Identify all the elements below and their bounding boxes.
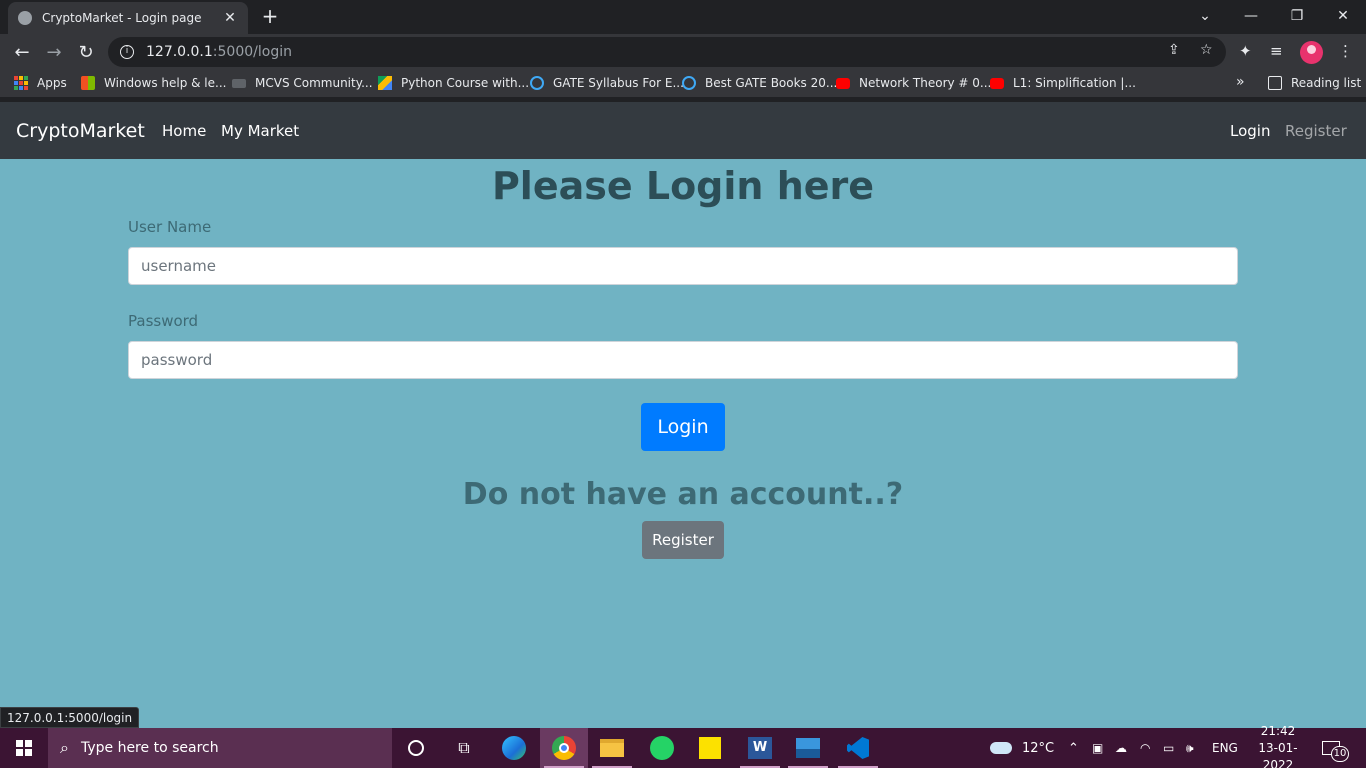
task-view-icon: ⧉ [458, 738, 470, 757]
cloud-icon [990, 742, 1012, 754]
onedrive-icon[interactable]: ☁ [1115, 728, 1127, 768]
whatsapp-icon [650, 736, 674, 760]
task-view-button[interactable]: ⧉ [440, 728, 488, 768]
minimize-button[interactable]: — [1228, 0, 1274, 32]
password-label: Password [128, 312, 199, 330]
cortana-button[interactable] [392, 728, 440, 768]
folder-icon [600, 739, 624, 757]
status-url-bubble: 127.0.0.1:5000/login [0, 707, 140, 728]
bookmark-apps[interactable]: Apps [14, 76, 67, 90]
whatsapp-button[interactable] [638, 728, 686, 768]
restore-button[interactable]: ❐ [1274, 0, 1320, 32]
navbar-brand[interactable]: CryptoMarket [16, 120, 145, 142]
bookmark-windows-help[interactable]: Windows help & le... [81, 76, 226, 90]
tab-close-icon[interactable]: ✕ [222, 10, 238, 26]
youtube-icon [836, 77, 850, 89]
nav-login-link[interactable]: Login [1230, 122, 1270, 140]
notifications-button[interactable]: 10 [1322, 728, 1349, 768]
edge-taskbar-button[interactable] [490, 728, 538, 768]
wifi-icon[interactable]: ◠ [1140, 728, 1150, 768]
chrome-taskbar-button[interactable] [540, 728, 588, 768]
back-icon[interactable]: ← [8, 38, 36, 66]
bookmark-star-icon[interactable]: ☆ [1200, 42, 1213, 58]
media-control-icon[interactable]: ≡ [1270, 42, 1283, 60]
bookmark-python-course[interactable]: Python Course with... [378, 76, 529, 90]
globe-icon [18, 11, 32, 25]
taskbar-search[interactable]: ⌕ Type here to search [48, 728, 392, 768]
register-button[interactable]: Register [642, 521, 724, 559]
profile-avatar[interactable] [1300, 41, 1323, 64]
address-bar[interactable]: i 127.0.0.1:5000/login [108, 37, 1226, 67]
clock[interactable]: 21:42 13-01-2022 [1249, 724, 1307, 768]
extensions-icon[interactable]: ✦ [1239, 42, 1252, 60]
chrome-icon [552, 736, 576, 760]
nav-home-link[interactable]: Home [162, 122, 206, 140]
start-button[interactable] [0, 728, 48, 768]
bookmark-gate-syllabus[interactable]: GATE Syllabus For E... [530, 76, 684, 90]
sticky-notes-icon [699, 737, 721, 759]
windows-icon [81, 76, 95, 90]
close-window-button[interactable]: ✕ [1320, 0, 1366, 32]
bookmarks-bar: Apps Windows help & le... MCVS Community… [0, 70, 1366, 98]
bookmark-gate-books[interactable]: Best GATE Books 20... [682, 76, 837, 90]
word-icon: W [748, 737, 772, 759]
username-input[interactable] [128, 247, 1238, 285]
weather-widget[interactable]: 12°C [990, 728, 1054, 768]
share-icon[interactable]: ⇪ [1168, 42, 1180, 58]
browser-toolbar: ← → ↻ i 127.0.0.1:5000/login ⇪ ☆ ✦ ≡ ⋮ [0, 34, 1366, 70]
sticky-notes-button[interactable] [686, 728, 734, 768]
nav-my-market-link[interactable]: My Market [221, 122, 299, 140]
folder-icon [232, 78, 246, 88]
new-tab-button[interactable]: + [258, 6, 282, 28]
photos-button[interactable] [784, 728, 832, 768]
site-navbar: CryptoMarket Home My Market Login Regist… [0, 102, 1366, 159]
reading-list-button[interactable]: Reading list [1268, 76, 1361, 90]
site-info-icon[interactable]: i [120, 45, 134, 59]
tab-strip: CryptoMarket - Login page ✕ + ⌄ — ❐ ✕ [0, 0, 1366, 34]
bookmark-network-theory[interactable]: Network Theory # 0... [836, 76, 991, 90]
page-title: Please Login here [491, 164, 875, 208]
file-explorer-button[interactable] [588, 728, 636, 768]
password-input[interactable] [128, 341, 1238, 379]
edge-icon [682, 76, 696, 90]
language-indicator[interactable]: ENG [1212, 728, 1238, 768]
cortana-icon [408, 740, 424, 756]
battery-icon[interactable]: ▭ [1163, 728, 1174, 768]
edge-icon [502, 736, 526, 760]
username-label: User Name [128, 218, 212, 236]
bookmark-mcvs[interactable]: MCVS Community... [232, 76, 373, 90]
youtube-icon [990, 77, 1004, 89]
reload-icon[interactable]: ↻ [72, 38, 100, 66]
windows-logo-icon [16, 740, 32, 756]
tab-title: CryptoMarket - Login page [42, 11, 202, 25]
search-icon: ⌕ [60, 738, 69, 757]
notification-count-badge: 10 [1331, 746, 1349, 762]
nav-register-link[interactable]: Register [1285, 122, 1347, 140]
apps-grid-icon [14, 76, 28, 90]
bookmarks-overflow-button[interactable]: » [1236, 74, 1245, 90]
forward-icon[interactable]: → [40, 38, 68, 66]
browser-tab[interactable]: CryptoMarket - Login page ✕ [8, 2, 248, 34]
page-content: CryptoMarket Home My Market Login Regist… [0, 102, 1366, 728]
word-button[interactable]: W [736, 728, 784, 768]
meet-now-icon[interactable]: ▣ [1092, 728, 1103, 768]
reading-list-icon [1268, 76, 1282, 90]
no-account-text: Do not have an account..? [462, 477, 904, 512]
bookmark-simplification[interactable]: L1: Simplification |... [990, 76, 1136, 90]
tab-search-button[interactable]: ⌄ [1182, 0, 1228, 32]
taskbar: ⌕ Type here to search ⧉ W 12°C ⌃ ▣ ☁ ◠ ▭… [0, 724, 1366, 768]
photos-icon [796, 738, 820, 758]
vscode-icon [847, 737, 869, 759]
login-button[interactable]: Login [641, 403, 725, 451]
drive-icon [378, 76, 392, 90]
vscode-button[interactable] [834, 728, 882, 768]
edge-icon [530, 76, 544, 90]
url-text: 127.0.0.1:5000/login [146, 44, 292, 60]
show-hidden-icons-button[interactable]: ⌃ [1068, 728, 1079, 768]
menu-icon[interactable]: ⋮ [1338, 42, 1353, 60]
volume-icon[interactable]: 🕪 [1186, 728, 1194, 768]
